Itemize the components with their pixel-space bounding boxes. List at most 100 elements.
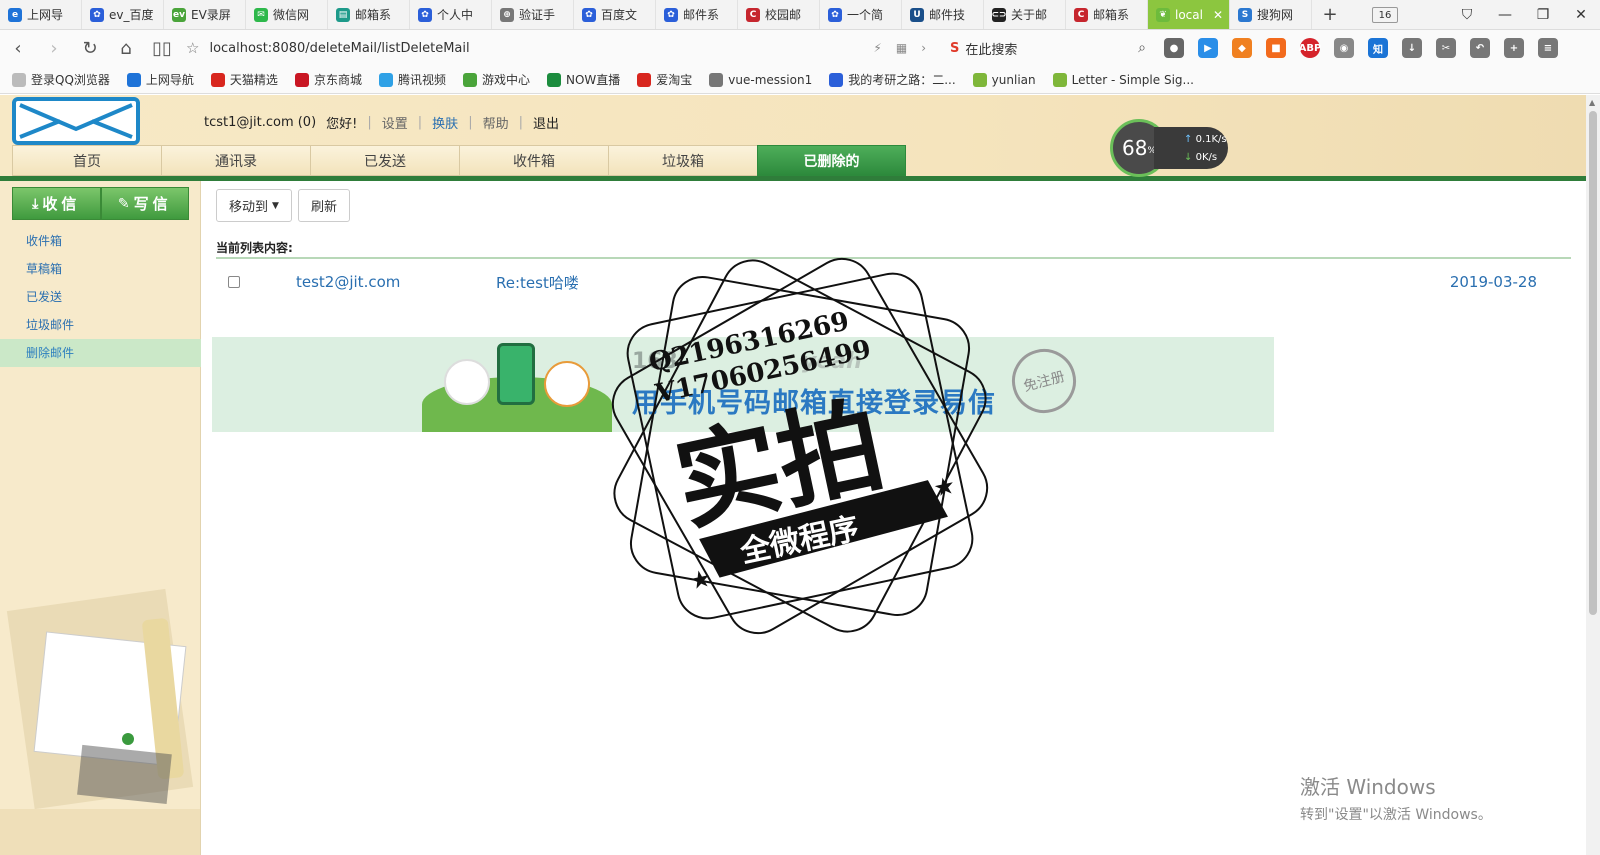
bookmark-item[interactable]: 爱淘宝 bbox=[637, 71, 692, 88]
browser-tab[interactable]: ▤ 邮箱系 bbox=[328, 0, 410, 29]
qr-icon[interactable]: ▦ bbox=[896, 41, 907, 55]
sidebar-folder-item[interactable]: 垃圾邮件 bbox=[0, 311, 201, 339]
download-icon[interactable]: ↓ bbox=[1402, 38, 1422, 58]
tab-favicon-icon: ✉ bbox=[254, 7, 268, 22]
undo-icon[interactable]: ↶ bbox=[1470, 38, 1490, 58]
tab-label: 百度文 bbox=[601, 8, 638, 22]
row-subject[interactable]: Re:test哈喽 bbox=[496, 272, 579, 293]
bookmark-item[interactable]: 天猫精选 bbox=[210, 71, 278, 88]
reader-icon[interactable]: ▯▯ bbox=[144, 38, 180, 59]
nav-tab[interactable]: 已发送 bbox=[310, 145, 459, 176]
bookmark-item[interactable]: 我的考研之路：二... bbox=[829, 71, 956, 88]
row-from[interactable]: test2@jit.com bbox=[296, 273, 400, 291]
sidebar-folder-item[interactable]: 删除邮件 bbox=[0, 339, 201, 367]
bookmark-item[interactable]: Letter - Simple Sig... bbox=[1052, 72, 1194, 87]
mail-logo[interactable] bbox=[12, 97, 140, 145]
theme-icon[interactable]: ⛉ bbox=[1448, 7, 1486, 23]
browser-tab[interactable]: ❦ local ✕ bbox=[1148, 0, 1230, 29]
tab-label: 邮箱系 bbox=[355, 8, 392, 22]
browser-tab[interactable]: ✿ 邮件系 bbox=[656, 0, 738, 29]
skin-link[interactable]: 换肤 bbox=[432, 113, 458, 132]
back-button[interactable]: ‹ bbox=[0, 38, 36, 59]
chevron-right-icon[interactable]: › bbox=[921, 41, 926, 55]
tab-favicon-icon: ✿ bbox=[582, 7, 596, 22]
bookmark-item[interactable]: vue-mession1 bbox=[709, 72, 812, 87]
browser-tab[interactable]: ev EV录屏 bbox=[164, 0, 246, 29]
url-text[interactable]: localhost:8080/deleteMail/listDeleteMail bbox=[209, 41, 469, 56]
compose-label: 写信 bbox=[133, 195, 172, 213]
restore-button[interactable]: ❐ bbox=[1524, 7, 1562, 23]
scroll-up-icon[interactable]: ▲ bbox=[1589, 98, 1595, 107]
nav-tab[interactable]: 已删除的 bbox=[757, 145, 906, 176]
nav-tab[interactable]: 首页 bbox=[12, 145, 161, 176]
logout-link[interactable]: 退出 bbox=[533, 113, 559, 132]
refresh-button[interactable]: 刷新 bbox=[297, 189, 350, 222]
camera-icon[interactable]: ◉ bbox=[1334, 38, 1354, 58]
play-icon[interactable]: ▶ bbox=[1198, 38, 1218, 58]
new-tab-button[interactable]: + bbox=[1312, 0, 1348, 29]
browser-tab[interactable]: ⊕ 验证手 bbox=[492, 0, 574, 29]
home-button[interactable]: ⌂ bbox=[108, 38, 144, 59]
ad-banner[interactable]: 163 yeah 用手机号码邮箱直接登录易信 免注册 bbox=[212, 337, 1274, 432]
video-icon[interactable]: ■ bbox=[1266, 38, 1286, 58]
close-window-button[interactable]: ✕ bbox=[1562, 7, 1600, 23]
browser-tab[interactable]: U 邮件技 bbox=[902, 0, 984, 29]
bookmark-item[interactable]: 游戏中心 bbox=[462, 71, 530, 88]
bookmark-icon bbox=[1052, 72, 1067, 87]
star-icon[interactable]: ☆ bbox=[186, 39, 199, 57]
sidebar-folder-item[interactable]: 草稿箱 bbox=[0, 255, 201, 283]
table-row[interactable]: test2@jit.com Re:test哈喽 2019-03-28 bbox=[216, 265, 1571, 299]
row-checkbox[interactable] bbox=[228, 276, 240, 288]
zhihu-icon[interactable]: 知 bbox=[1368, 38, 1388, 58]
nav-tab[interactable]: 通讯录 bbox=[161, 145, 310, 176]
search-box[interactable]: S 在此搜索 ⌕ bbox=[950, 35, 1146, 61]
adblock-icon[interactable]: ABP bbox=[1299, 38, 1321, 58]
move-to-dropdown[interactable]: 移动到 ▼ bbox=[216, 189, 292, 222]
flash-icon[interactable]: ⚡ bbox=[873, 41, 881, 55]
browser-tab[interactable]: S 搜狗网 bbox=[1230, 0, 1312, 29]
page-scrollbar[interactable]: ▲ bbox=[1586, 95, 1600, 855]
bookmark-item[interactable]: 京东商城 bbox=[294, 71, 362, 88]
browser-tab[interactable]: ⊂⊃ 关于邮 bbox=[984, 0, 1066, 29]
bookmark-item[interactable]: 上网导航 bbox=[126, 71, 194, 88]
receive-mail-button[interactable]: ⤓ 收信 bbox=[12, 187, 101, 220]
bookmark-item[interactable]: 登录QQ浏览器 bbox=[12, 71, 110, 88]
browser-tab[interactable]: ✉ 微信网 bbox=[246, 0, 328, 29]
speed-widget[interactable]: 68% ↑ 0.1K/s ↓ 0K/s bbox=[1110, 119, 1228, 177]
nav-tab[interactable]: 垃圾箱 bbox=[608, 145, 757, 176]
forward-button[interactable]: › bbox=[36, 38, 72, 59]
browser-tab[interactable]: C 邮箱系 bbox=[1066, 0, 1148, 29]
sidebar-folder-item[interactable]: 收件箱 bbox=[0, 227, 201, 255]
help-link[interactable]: 帮助 bbox=[483, 113, 509, 132]
tab-favicon-icon: S bbox=[1238, 7, 1252, 22]
bulb-icon[interactable]: ● bbox=[1164, 38, 1184, 58]
bookmark-label: 天猫精选 bbox=[229, 73, 278, 87]
sidebar-folder-item[interactable]: 已发送 bbox=[0, 283, 201, 311]
settings-link[interactable]: 设置 bbox=[382, 113, 408, 132]
browser-tab[interactable]: ✿ 百度文 bbox=[574, 0, 656, 29]
search-icon[interactable]: ⌕ bbox=[1138, 40, 1146, 56]
url-field[interactable]: ☆ localhost:8080/deleteMail/listDeleteMa… bbox=[186, 34, 926, 62]
plus-icon[interactable]: + bbox=[1504, 38, 1524, 58]
tab-close-icon[interactable]: ✕ bbox=[1213, 8, 1223, 22]
bookmark-item[interactable]: yunlian bbox=[972, 72, 1036, 87]
browser-tab[interactable]: ✿ ev_百度 bbox=[82, 0, 164, 29]
bookmark-item[interactable]: 腾讯视频 bbox=[378, 71, 446, 88]
scroll-thumb[interactable] bbox=[1589, 111, 1597, 615]
browser-tab[interactable]: ✿ 个人中 bbox=[410, 0, 492, 29]
browser-tab[interactable]: e 上网导 bbox=[0, 0, 82, 29]
compose-mail-button[interactable]: ✎ 写信 bbox=[100, 187, 189, 220]
browser-tab[interactable]: C 校园邮 bbox=[738, 0, 820, 29]
minimize-button[interactable]: — bbox=[1486, 7, 1524, 23]
nav-tab[interactable]: 收件箱 bbox=[459, 145, 608, 176]
bookmark-icon bbox=[126, 72, 141, 87]
user-email: tcst1@jit.com (0) bbox=[204, 115, 317, 130]
browser-tab[interactable]: ✿ 一个简 bbox=[820, 0, 902, 29]
reload-button[interactable]: ↻ bbox=[72, 38, 108, 59]
bookmark-item[interactable]: NOW直播 bbox=[546, 71, 620, 88]
search-input[interactable]: 在此搜索 bbox=[965, 39, 1017, 58]
menu-icon[interactable]: ≡ bbox=[1538, 38, 1558, 58]
tab-count-badge[interactable]: 16 bbox=[1372, 7, 1398, 23]
scissors-icon[interactable]: ✂ bbox=[1436, 38, 1456, 58]
game-icon[interactable]: ◆ bbox=[1232, 38, 1252, 58]
